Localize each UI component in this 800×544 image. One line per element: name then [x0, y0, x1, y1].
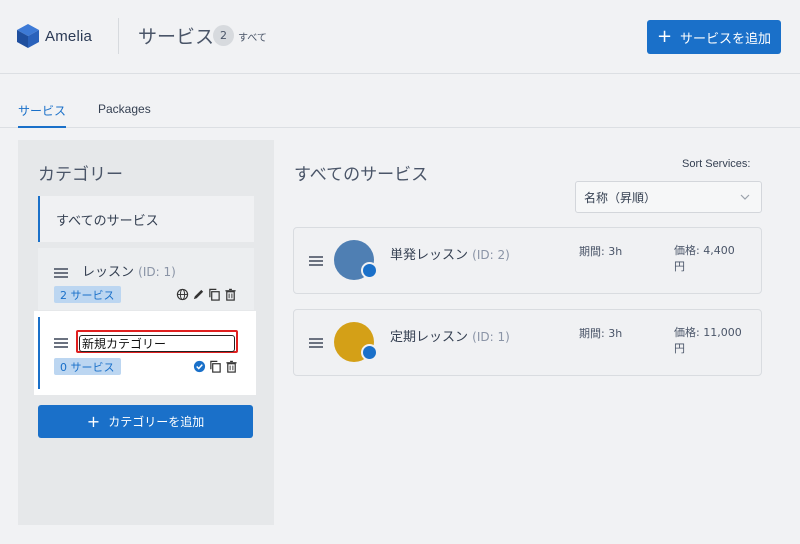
category-name: レッスン (ID: 1)	[82, 261, 176, 280]
pencil-icon[interactable]	[192, 288, 205, 301]
categories-title: カテゴリー	[38, 165, 123, 185]
trash-icon[interactable]	[224, 288, 237, 301]
services-title: すべてのサービス	[294, 165, 429, 185]
globe-icon[interactable]	[176, 288, 189, 301]
tab-services[interactable]: サービス	[18, 102, 67, 128]
service-card[interactable]: 単発レッスン (ID: 2) 期間: 3h 価格: 4,400 円	[293, 227, 762, 294]
service-name-text: 単発レッスン	[390, 248, 469, 263]
category-all-services[interactable]: すべてのサービス	[38, 196, 254, 242]
services-count-badge: 2	[213, 25, 234, 46]
tab-packages[interactable]: Packages	[98, 102, 151, 116]
service-duration: 期間: 3h	[579, 245, 623, 258]
service-name: 単発レッスン (ID: 2)	[390, 244, 510, 263]
services-count-label: すべて	[238, 33, 267, 44]
drag-handle-icon[interactable]	[309, 256, 323, 266]
service-color-dot	[361, 344, 378, 361]
category-id: (ID: 1)	[138, 265, 176, 279]
trash-icon[interactable]	[225, 360, 238, 373]
logo-text: Amelia	[45, 27, 93, 45]
page-title: サービス	[138, 26, 215, 48]
category-item-lesson[interactable]: レッスン (ID: 1) 2 サービス	[38, 248, 254, 310]
add-category-label: カテゴリーを追加	[108, 415, 205, 429]
top-header: Amelia サービス 2 すべて + サービスを追加	[0, 0, 800, 74]
category-name-input-highlight	[76, 330, 238, 353]
add-service-button[interactable]: + サービスを追加	[647, 20, 781, 54]
duplicate-icon[interactable]	[208, 288, 221, 301]
drag-handle-icon[interactable]	[54, 338, 68, 348]
plus-icon: +	[656, 26, 673, 47]
amelia-logo-icon	[17, 24, 39, 48]
category-name-text: レッスン	[82, 265, 135, 280]
category-item-editing[interactable]: 0 サービス	[38, 317, 254, 389]
service-price: 価格: 4,400 円	[674, 244, 735, 273]
service-duration: 期間: 3h	[579, 327, 623, 340]
category-services-badge: 0 サービス	[54, 358, 121, 375]
drag-handle-icon[interactable]	[309, 338, 323, 348]
amelia-logo: Amelia	[17, 24, 92, 48]
category-name-input[interactable]	[79, 335, 235, 352]
service-id: (ID: 2)	[472, 248, 510, 262]
add-service-label: サービスを追加	[680, 31, 772, 47]
sort-select[interactable]: 名称（昇順）	[575, 181, 762, 213]
add-category-button[interactable]: + カテゴリーを追加	[38, 405, 253, 438]
service-price: 価格: 11,000 円	[674, 326, 742, 355]
category-edit-actions	[193, 360, 238, 373]
service-id: (ID: 1)	[472, 330, 510, 344]
sort-select-value: 名称（昇順）	[584, 190, 657, 205]
service-color-dot	[361, 262, 378, 279]
service-name: 定期レッスン (ID: 1)	[390, 326, 510, 345]
service-card[interactable]: 定期レッスン (ID: 1) 期間: 3h 価格: 11,000 円	[293, 309, 762, 376]
category-actions	[176, 288, 237, 301]
sort-label: Sort Services:	[682, 158, 751, 170]
drag-handle-icon[interactable]	[54, 268, 68, 278]
category-services-badge: 2 サービス	[54, 286, 121, 303]
confirm-check-icon[interactable]	[193, 360, 206, 373]
plus-icon: +	[86, 411, 101, 431]
tab-bar: サービス Packages	[0, 96, 800, 128]
chevron-down-icon	[740, 194, 750, 200]
duplicate-icon[interactable]	[209, 360, 222, 373]
service-name-text: 定期レッスン	[390, 330, 469, 345]
header-divider	[118, 18, 119, 54]
